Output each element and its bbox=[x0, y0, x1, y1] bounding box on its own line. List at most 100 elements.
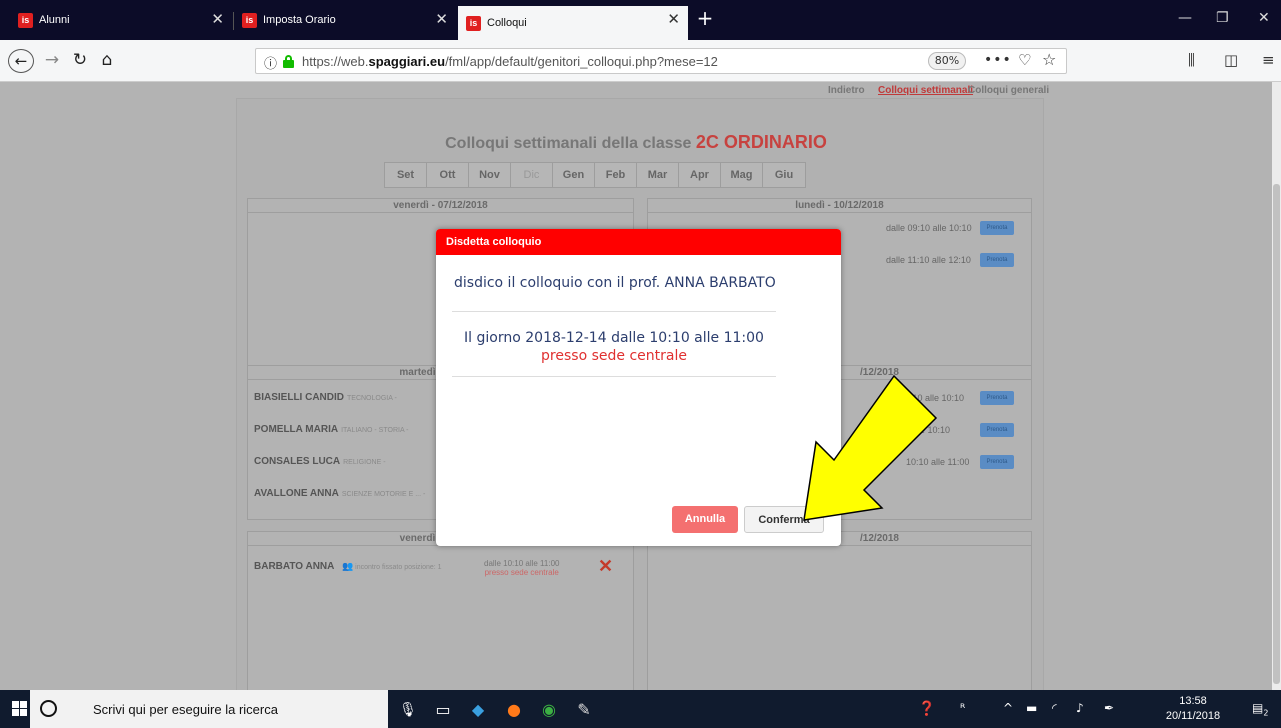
taskbar-search-box[interactable]: Scrivi qui per eseguire la ricerca bbox=[30, 690, 388, 728]
page-scrollbar[interactable] bbox=[1272, 82, 1281, 690]
day-box-following: /12/2018 bbox=[647, 531, 1032, 690]
month-dic: Dic bbox=[511, 163, 553, 187]
day-header: venerdì - 07/12/2018 bbox=[248, 199, 633, 213]
delete-booking-icon[interactable]: ✕ bbox=[598, 556, 613, 577]
teacher-row: POMELLA MARIA ITALIANO - STORIA - bbox=[254, 424, 409, 435]
general-link[interactable]: Colloqui generali bbox=[968, 85, 1049, 96]
dialog-title: Disdetta colloquio bbox=[436, 229, 841, 255]
reload-button[interactable]: ↻ bbox=[69, 49, 91, 73]
firefox-icon[interactable]: ● bbox=[503, 699, 525, 721]
is-favicon-icon: is bbox=[466, 15, 481, 31]
pocket-icon[interactable]: ♡ bbox=[1018, 51, 1031, 69]
people-icon[interactable]: ᴿ bbox=[960, 701, 965, 715]
search-placeholder: Scrivi qui per eseguire la ricerca bbox=[93, 702, 278, 717]
tab-label: Imposta Orario bbox=[263, 14, 336, 26]
microphone-icon[interactable]: 🎙 bbox=[397, 699, 419, 721]
prenota-button[interactable]: Prenota bbox=[980, 423, 1014, 437]
booked-teacher: BARBATO ANNA bbox=[254, 561, 335, 572]
prenota-button[interactable]: Prenota bbox=[980, 455, 1014, 469]
paint-icon[interactable]: ✎ bbox=[573, 699, 595, 721]
month-feb[interactable]: Feb bbox=[595, 163, 637, 187]
month-apr[interactable]: Apr bbox=[679, 163, 721, 187]
home-button[interactable]: ⌂ bbox=[96, 49, 118, 73]
prenota-button[interactable]: Prenota bbox=[980, 391, 1014, 405]
back-button[interactable]: ← bbox=[8, 49, 34, 73]
month-giu[interactable]: Giu bbox=[763, 163, 805, 187]
zoom-indicator[interactable]: 80% bbox=[928, 52, 966, 70]
tab-colloqui[interactable]: is Colloqui ✕ bbox=[458, 6, 688, 40]
appointment-location: presso sede centrale bbox=[541, 348, 687, 364]
lock-icon[interactable] bbox=[283, 55, 294, 68]
tab-label: Colloqui bbox=[487, 17, 527, 29]
scrollbar-thumb[interactable] bbox=[1273, 184, 1280, 684]
close-window-icon[interactable]: ✕ bbox=[1258, 10, 1270, 26]
divider bbox=[452, 376, 776, 377]
chrome-icon[interactable]: ◉ bbox=[538, 699, 560, 721]
weekly-link[interactable]: Colloqui settimanali bbox=[878, 85, 973, 96]
forward-button[interactable]: → bbox=[42, 49, 62, 73]
month-gen[interactable]: Gen bbox=[553, 163, 595, 187]
teacher-row: BIASIELLI CANDID TECNOLOGIA - bbox=[254, 392, 397, 403]
is-favicon-icon: is bbox=[242, 12, 257, 28]
back-link[interactable]: Indietro bbox=[828, 85, 865, 96]
tab-label: Alunni bbox=[39, 14, 70, 26]
wifi-icon[interactable]: ◜ bbox=[1052, 701, 1057, 715]
cortana-icon[interactable] bbox=[40, 700, 57, 717]
help-icon[interactable]: ❓ bbox=[918, 701, 935, 717]
teacher-row: AVALLONE ANNA SCIENZE MOTORIE E ... - bbox=[254, 488, 426, 499]
url-text[interactable]: https://web.spaggiari.eu/fml/app/default… bbox=[302, 54, 718, 69]
tab-strip: is Alunni ✕ is Imposta Orario ✕ is Collo… bbox=[0, 0, 1281, 40]
new-tab-button[interactable]: + bbox=[693, 6, 717, 32]
teacher-row: CONSALES LUCA RELIGIONE - bbox=[254, 456, 386, 467]
divider bbox=[452, 311, 776, 312]
day-header: lunedì - 10/12/2018 bbox=[648, 199, 1031, 213]
windows-taskbar: Scrivi qui per eseguire la ricerca 🎙 ▭ ◆… bbox=[0, 690, 1281, 728]
minimize-icon[interactable]: — bbox=[1178, 10, 1192, 26]
battery-icon[interactable]: ▬ bbox=[1026, 701, 1037, 715]
month-mar[interactable]: Mar bbox=[637, 163, 679, 187]
navigation-toolbar: ← → ↻ ⌂ ⓘ https://web.spaggiari.eu/fml/a… bbox=[0, 40, 1281, 82]
appointment-date: Il giorno 2018-12-14 dalle 10:10 alle 11… bbox=[464, 330, 764, 346]
slot-time: dalle 09:10 alle 10:10 bbox=[886, 223, 972, 233]
month-mag[interactable]: Mag bbox=[721, 163, 763, 187]
sidebar-icon[interactable]: ◫ bbox=[1224, 51, 1238, 69]
booked-time: dalle 10:10 alle 11:00 presso sede centr… bbox=[484, 559, 560, 577]
is-favicon-icon: is bbox=[18, 12, 33, 28]
yellow-arrow-annotation bbox=[803, 374, 938, 521]
month-selector: Set Ott Nov Dic Gen Feb Mar Apr Mag Giu bbox=[384, 162, 806, 188]
url-bar[interactable]: ⓘ https://web.spaggiari.eu/fml/app/defau… bbox=[255, 48, 1067, 74]
annulla-button[interactable]: Annulla bbox=[672, 506, 738, 533]
page-actions-icon[interactable]: ••• bbox=[984, 52, 1012, 68]
user-icon: 👥 bbox=[342, 561, 354, 571]
class-name: 2C ORDINARIO bbox=[695, 132, 827, 152]
month-set[interactable]: Set bbox=[385, 163, 427, 187]
tab-alunni[interactable]: is Alunni ✕ bbox=[10, 6, 232, 34]
appointment-details: Il giorno 2018-12-14 dalle 10:10 alle 11… bbox=[452, 329, 776, 365]
month-nov[interactable]: Nov bbox=[469, 163, 511, 187]
chevron-up-icon[interactable]: ^ bbox=[1003, 701, 1013, 715]
library-icon[interactable]: ⫼ bbox=[1188, 51, 1195, 69]
booked-note: 👥 incontro fissato posizione: 1 bbox=[342, 561, 442, 571]
task-view-icon[interactable]: ▭ bbox=[432, 699, 454, 721]
pen-icon[interactable]: ✒ bbox=[1104, 701, 1114, 715]
month-ott[interactable]: Ott bbox=[427, 163, 469, 187]
day-box-friday-14: venerdì - BARBATO ANNA 👥 incontro fissat… bbox=[247, 531, 634, 690]
info-icon[interactable]: ⓘ bbox=[264, 53, 277, 72]
notification-center-icon[interactable]: ▤2 bbox=[1252, 701, 1268, 717]
prenota-button[interactable]: Prenota bbox=[980, 221, 1014, 235]
file-explorer-icon[interactable]: ◆ bbox=[467, 699, 489, 721]
close-icon[interactable]: ✕ bbox=[211, 11, 224, 29]
close-icon[interactable]: ✕ bbox=[435, 11, 448, 29]
bookmark-star-icon[interactable]: ☆ bbox=[1042, 50, 1056, 69]
windows-start-icon[interactable] bbox=[12, 701, 28, 717]
restore-icon[interactable]: ❐ bbox=[1216, 10, 1229, 26]
dialog-message: disdico il colloquio con il prof. ANNA B… bbox=[454, 275, 776, 291]
slot-time: dalle 11:10 alle 12:10 bbox=[886, 255, 971, 265]
volume-icon[interactable]: ♪ bbox=[1076, 701, 1084, 715]
close-icon[interactable]: ✕ bbox=[667, 11, 680, 29]
page-title: Colloqui settimanali della classe 2C ORD… bbox=[445, 132, 827, 152]
prenota-button[interactable]: Prenota bbox=[980, 253, 1014, 267]
tab-imposta-orario[interactable]: is Imposta Orario ✕ bbox=[234, 6, 456, 34]
taskbar-clock[interactable]: 13:58 20/11/2018 bbox=[1165, 694, 1221, 724]
menu-icon[interactable]: ≡ bbox=[1262, 51, 1275, 69]
